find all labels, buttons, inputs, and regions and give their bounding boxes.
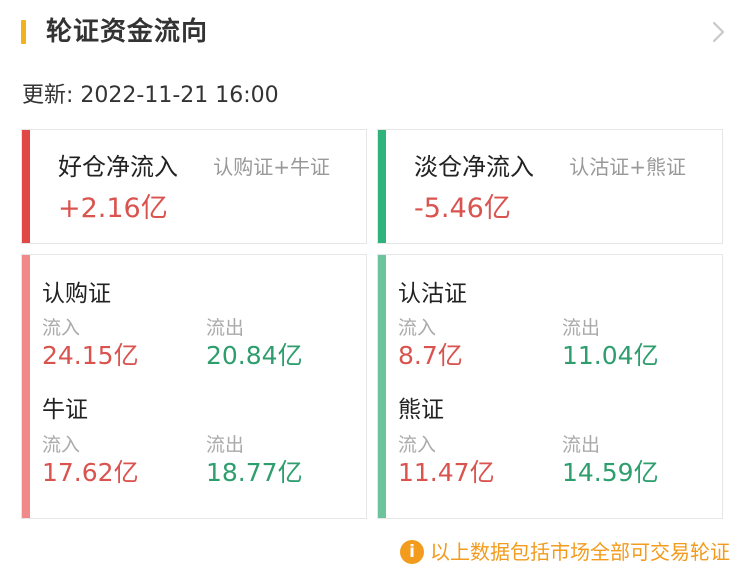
bear-net-inflow-card[interactable]: 淡仓净流入 认沽证+熊证 -5.46亿 (377, 129, 723, 244)
card-accent-stripe (22, 130, 30, 243)
bull-cbbc-inflow-label: 流入 (42, 434, 81, 456)
put-warrant-outflow-value: 11.04亿 (562, 341, 659, 370)
bear-cbbc-title: 熊证 (398, 397, 444, 423)
bull-cbbc-outflow-label: 流出 (206, 434, 245, 456)
update-time: 更新: 2022-11-21 16:00 (22, 83, 279, 108)
put-warrant-title: 认沽证 (398, 281, 467, 307)
bear-cbbc-outflow-value: 14.59亿 (562, 458, 659, 487)
call-warrant-title: 认购证 (42, 281, 111, 307)
bull-cbbc-title: 牛证 (42, 397, 88, 423)
put-warrant-inflow-label: 流入 (398, 317, 437, 339)
bear-cbbc-inflow-label: 流入 (398, 434, 437, 456)
call-warrant-inflow-label: 流入 (42, 317, 81, 339)
bear-cbbc-outflow-label: 流出 (562, 434, 601, 456)
call-warrant-outflow-value: 20.84亿 (206, 341, 303, 370)
put-warrant-outflow-label: 流出 (562, 317, 601, 339)
call-warrant-inflow-value: 24.15亿 (42, 341, 139, 370)
bull-cbbc-inflow-value: 17.62亿 (42, 458, 139, 487)
bear-net-inflow-value: -5.46亿 (414, 193, 511, 224)
bear-detail-card: 认沽证 流入 8.7亿 流出 11.04亿 熊证 流入 11.47亿 流出 14… (377, 254, 723, 519)
card-accent-stripe (378, 255, 386, 518)
bear-net-inflow-subtitle: 认沽证+熊证 (569, 155, 686, 179)
bear-net-inflow-label: 淡仓净流入 (414, 153, 534, 181)
title-accent-bar (21, 20, 26, 44)
bull-net-inflow-value: +2.16亿 (58, 193, 168, 224)
footnote-text: 以上数据包括市场全部可交易轮证 (430, 540, 730, 564)
page-title: 轮证资金流向 (46, 17, 209, 47)
bear-cbbc-inflow-value: 11.47亿 (398, 458, 495, 487)
header: 轮证资金流向 (0, 0, 750, 66)
bull-detail-card: 认购证 流入 24.15亿 流出 20.84亿 牛证 流入 17.62亿 流出 … (21, 254, 367, 519)
bull-cbbc-outflow-value: 18.77亿 (206, 458, 303, 487)
bull-net-inflow-card[interactable]: 好仓净流入 认购证+牛证 +2.16亿 (21, 129, 367, 244)
chevron-right-icon[interactable] (704, 18, 732, 46)
card-accent-stripe (22, 255, 30, 518)
info-icon: i (400, 540, 424, 564)
call-warrant-outflow-label: 流出 (206, 317, 245, 339)
put-warrant-inflow-value: 8.7亿 (398, 341, 463, 370)
bull-net-inflow-subtitle: 认购证+牛证 (213, 155, 330, 179)
card-accent-stripe (378, 130, 386, 243)
bull-net-inflow-label: 好仓净流入 (58, 153, 178, 181)
